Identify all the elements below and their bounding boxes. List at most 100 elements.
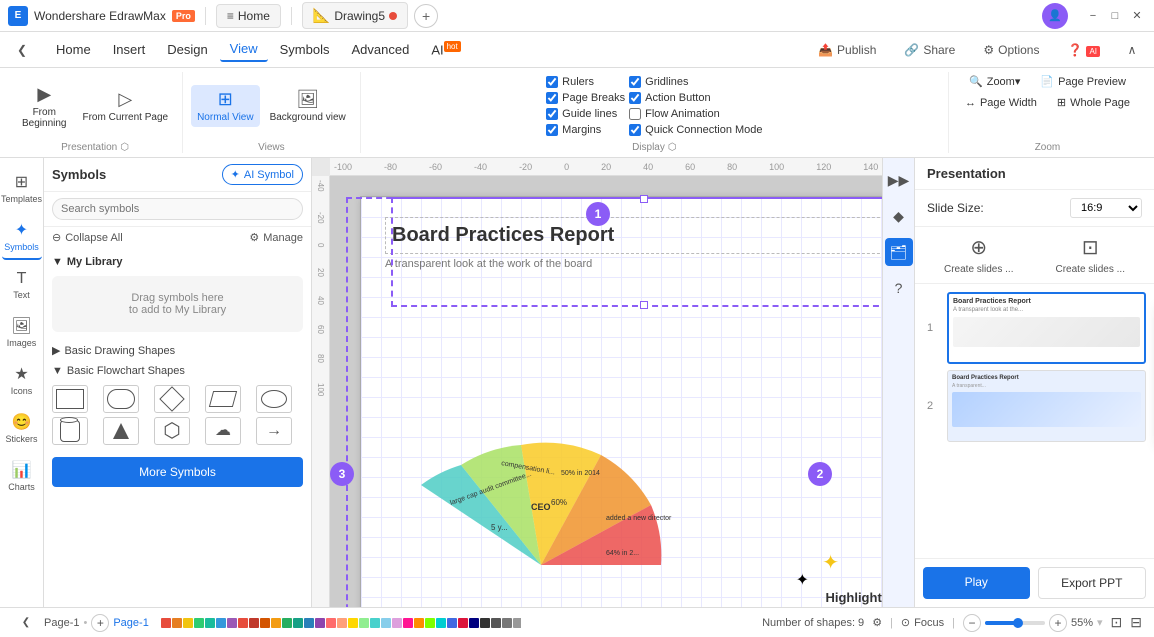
background-view-button[interactable]: 🖼 Background view: [264, 85, 352, 127]
create-slides-from-page-button[interactable]: ⊕ Create slides ...: [927, 235, 1031, 275]
color-swatch[interactable]: [337, 618, 347, 628]
menu-insert[interactable]: Insert: [103, 38, 156, 61]
color-swatch[interactable]: [260, 618, 270, 628]
menu-symbols[interactable]: Symbols: [270, 38, 340, 61]
file-menu-tab[interactable]: ≡ Home: [216, 4, 281, 28]
fit-width-button[interactable]: ⊟: [1130, 614, 1142, 631]
export-ppt-button[interactable]: Export PPT: [1038, 567, 1147, 599]
right-slides-button[interactable]: 🗂: [885, 238, 913, 266]
sidebar-item-charts[interactable]: 📊 Charts: [2, 454, 42, 498]
page-breaks-checkbox[interactable]: [546, 92, 558, 104]
flow-animation-check[interactable]: Flow Animation: [629, 108, 762, 120]
color-swatch[interactable]: [227, 618, 237, 628]
zoom-track[interactable]: [985, 621, 1045, 625]
shape-ellipse[interactable]: [256, 385, 292, 413]
slide-2-thumb[interactable]: 2 Board Practices Report A transparent..…: [947, 370, 1146, 442]
presentation-expand-icon[interactable]: ⬡: [120, 142, 129, 153]
add-page-button[interactable]: +: [91, 614, 109, 632]
more-symbols-button[interactable]: More Symbols: [52, 457, 303, 487]
my-library-header[interactable]: ▼ My Library: [52, 252, 303, 272]
color-swatch[interactable]: [249, 618, 259, 628]
quick-connection-check[interactable]: Quick Connection Mode: [629, 124, 762, 136]
ai-symbol-button[interactable]: ✦ AI Symbol: [222, 164, 303, 185]
shape-rectangle[interactable]: [52, 385, 88, 413]
focus-button[interactable]: ⊙ Focus: [901, 616, 944, 629]
color-swatch[interactable]: [293, 618, 303, 628]
color-swatch[interactable]: [513, 618, 521, 628]
shape-arrow[interactable]: →: [256, 417, 292, 445]
color-swatch[interactable]: [359, 618, 369, 628]
from-current-page-button[interactable]: ▷ From Current Page: [76, 85, 174, 127]
guide-lines-checkbox[interactable]: [546, 108, 558, 120]
search-input[interactable]: [52, 198, 303, 220]
color-swatch[interactable]: [348, 618, 358, 628]
color-swatch[interactable]: [315, 618, 325, 628]
fit-page-button[interactable]: ⊡: [1111, 614, 1123, 631]
current-page-tab[interactable]: Page-1: [113, 617, 148, 629]
canvas-scroll-area[interactable]: Board Practices Report A transparent loo…: [330, 176, 882, 607]
menu-ai[interactable]: AIhot: [421, 38, 470, 61]
gridlines-check[interactable]: Gridlines: [629, 76, 762, 88]
back-button[interactable]: ❮: [8, 36, 36, 64]
color-swatch[interactable]: [414, 618, 424, 628]
shape-hexagon[interactable]: ⬡: [154, 417, 190, 445]
color-swatch[interactable]: [326, 618, 336, 628]
menu-view[interactable]: View: [220, 37, 268, 62]
color-swatch[interactable]: [447, 618, 457, 628]
rulers-check[interactable]: Rulers: [546, 76, 625, 88]
user-avatar[interactable]: 👤: [1042, 3, 1068, 29]
basic-flowchart-header[interactable]: ▼ Basic Flowchart Shapes: [44, 361, 311, 381]
shapes-icon-btn[interactable]: ⚙: [872, 616, 882, 629]
color-swatch[interactable]: [282, 618, 292, 628]
right-expand-button[interactable]: ▶▶: [885, 166, 913, 194]
slide-size-select[interactable]: 16:9 4:3 Custom: [1070, 198, 1142, 218]
zoom-minus-button[interactable]: −: [963, 614, 981, 632]
color-swatch[interactable]: [194, 618, 204, 628]
action-button-check[interactable]: Action Button: [629, 92, 762, 104]
margins-check[interactable]: Margins: [546, 124, 625, 136]
from-beginning-button[interactable]: ▶ FromBeginning: [16, 80, 72, 133]
maximize-button[interactable]: □: [1106, 7, 1124, 25]
color-swatch[interactable]: [205, 618, 215, 628]
color-swatch[interactable]: [216, 618, 226, 628]
options-button[interactable]: ⚙ Options: [973, 39, 1049, 61]
page-preview-button[interactable]: 📄 Page Preview: [1032, 72, 1134, 91]
play-button[interactable]: Play: [923, 567, 1030, 599]
shape-rounded-rect[interactable]: [103, 385, 139, 413]
menu-design[interactable]: Design: [157, 38, 217, 61]
color-swatch[interactable]: [183, 618, 193, 628]
page-width-button[interactable]: ↔ Page Width: [957, 94, 1045, 112]
color-swatch[interactable]: [238, 618, 248, 628]
color-swatch[interactable]: [370, 618, 380, 628]
collapse-all-button[interactable]: ⊖ Collapse All: [52, 231, 123, 244]
publish-button[interactable]: 📤 Publish: [808, 39, 886, 61]
menu-home[interactable]: Home: [46, 38, 101, 61]
add-tab-button[interactable]: +: [414, 4, 438, 28]
page-breaks-check[interactable]: Page Breaks: [546, 92, 625, 104]
sidebar-item-templates[interactable]: ⊞ Templates: [2, 166, 42, 210]
menu-advanced[interactable]: Advanced: [341, 38, 419, 61]
color-swatch[interactable]: [403, 618, 413, 628]
zoom-plus-button[interactable]: +: [1049, 614, 1067, 632]
prev-page-button[interactable]: ❮: [12, 609, 40, 637]
color-swatch[interactable]: [381, 618, 391, 628]
drawing-tab[interactable]: 📐 Drawing5: [302, 2, 408, 29]
action-button-checkbox[interactable]: [629, 92, 641, 104]
slide-1-thumb[interactable]: 1 Board Practices Report A transparent l…: [947, 292, 1146, 364]
color-swatch[interactable]: [161, 618, 171, 628]
shape-diamond[interactable]: [154, 385, 190, 413]
margins-checkbox[interactable]: [546, 124, 558, 136]
zoom-dropdown-button[interactable]: 🔍 Zoom▾: [961, 72, 1028, 91]
shape-cloud[interactable]: ☁: [205, 417, 241, 445]
flow-animation-checkbox[interactable]: [629, 108, 641, 120]
shape-trapezoid[interactable]: [103, 417, 139, 445]
sidebar-item-images[interactable]: 🖼 Images: [2, 310, 42, 354]
sidebar-item-stickers[interactable]: 😊 Stickers: [2, 406, 42, 450]
zoom-thumb[interactable]: [1013, 618, 1023, 628]
shape-parallelogram[interactable]: [205, 385, 241, 413]
color-swatch[interactable]: [392, 618, 402, 628]
sidebar-item-icons[interactable]: ★ Icons: [2, 358, 42, 402]
close-button[interactable]: ✕: [1128, 7, 1146, 25]
sidebar-item-symbols[interactable]: ✦ Symbols: [2, 214, 42, 260]
color-swatch[interactable]: [480, 618, 490, 628]
